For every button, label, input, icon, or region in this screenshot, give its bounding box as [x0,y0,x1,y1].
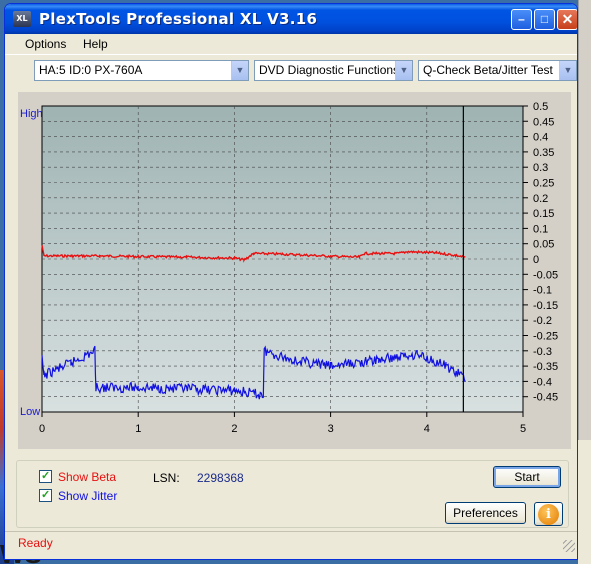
background-window [578,0,591,564]
chevron-down-icon[interactable]: ▼ [231,61,248,80]
y-tick-label: 0.3 [533,162,548,174]
maximize-button[interactable]: □ [534,9,555,30]
x-tick-label: 2 [231,423,237,435]
x-tick-label: 4 [424,423,430,435]
low-label: Low [20,406,40,418]
y-tick-label: 0.45 [533,116,554,128]
test-select[interactable]: Q-Check Beta/Jitter Test ▼ [418,60,577,81]
y-tick-label: 0.1 [533,223,548,235]
chart-panel: 0.5 0.45 0.4 0.35 0.3 0.25 0.2 0.15 0.1 0.05 0 -0.0… [18,92,571,449]
window-title: PlexTools Professional XL V3.16 [39,10,318,28]
y-tick-label: 0 [533,254,539,266]
drive-select-value: HA:5 ID:0 PX-760A [39,63,143,77]
y-tick-label: -0.3 [533,346,552,358]
toolbar: HA:5 ID:0 PX-760A ▼ DVD Diagnostic Funct… [5,54,577,89]
chevron-down-icon[interactable]: ▼ [395,61,412,80]
show-jitter-label: Show Jitter [58,489,118,503]
x-tick-label: 3 [328,423,334,435]
show-beta-label: Show Beta [58,470,117,484]
high-label: High [20,108,43,120]
menu-help[interactable]: Help [83,37,108,51]
start-button[interactable]: Start [493,466,561,488]
y-tick-label: 0.4 [533,132,548,144]
lsn-value: 2298368 [197,471,244,485]
y-tick-label: -0.45 [533,392,558,404]
y-tick-label: -0.35 [533,361,558,373]
function-select-value: DVD Diagnostic Functions [259,63,400,77]
y-tick-label: 0.25 [533,178,554,190]
drive-select[interactable]: HA:5 ID:0 PX-760A ▼ [34,60,249,81]
y-tick-label: -0.1 [533,285,552,297]
x-tick-label: 1 [135,423,141,435]
resize-grip-icon[interactable] [563,540,575,552]
preferences-button[interactable]: Preferences [445,502,526,524]
show-beta-checkbox[interactable]: ✓ Show Beta [39,469,116,485]
menu-bar: Options Help [5,34,577,54]
y-tick-label: -0.4 [533,376,552,388]
title-bar[interactable]: XL PlexTools Professional XL V3.16 – □ ✕ [5,4,577,34]
x-tick-label: 5 [520,423,526,435]
y-tick-label: 0.15 [533,208,554,220]
y-tick-label: -0.25 [533,331,558,343]
y-tick-label: 0.35 [533,147,554,159]
show-jitter-checkbox[interactable]: ✓ Show Jitter [39,488,117,504]
app-logo-icon: XL [13,11,31,27]
minimize-button[interactable]: – [511,9,532,30]
info-icon: i [538,504,559,525]
x-tick-label: 0 [39,423,45,435]
test-select-value: Q-Check Beta/Jitter Test [423,63,553,77]
lsn-label: LSN: [153,471,180,485]
close-button[interactable]: ✕ [557,9,577,30]
checkbox-box[interactable]: ✓ [39,470,52,483]
checkbox-box[interactable]: ✓ [39,489,52,502]
y-tick-label: 0.05 [533,239,554,251]
y-tick-label: -0.05 [533,269,558,281]
checkmark-icon: ✓ [41,489,51,501]
y-tick-label: -0.2 [533,315,552,327]
status-text: Ready [18,536,53,550]
chevron-down-icon[interactable]: ▼ [559,61,576,80]
y-tick-label: 0.5 [533,101,548,113]
function-select[interactable]: DVD Diagnostic Functions ▼ [254,60,413,81]
beta-jitter-chart: 0.5 0.45 0.4 0.35 0.3 0.25 0.2 0.15 0.1 0.05 0 -0.0… [20,101,558,435]
plextools-window: XL PlexTools Professional XL V3.16 – □ ✕… [4,3,578,560]
y-tick-label: 0.2 [533,193,548,205]
y-tick-label: -0.15 [533,300,558,312]
menu-options[interactable]: Options [25,37,66,51]
status-bar: Ready [5,531,577,554]
checkmark-icon: ✓ [41,470,51,482]
